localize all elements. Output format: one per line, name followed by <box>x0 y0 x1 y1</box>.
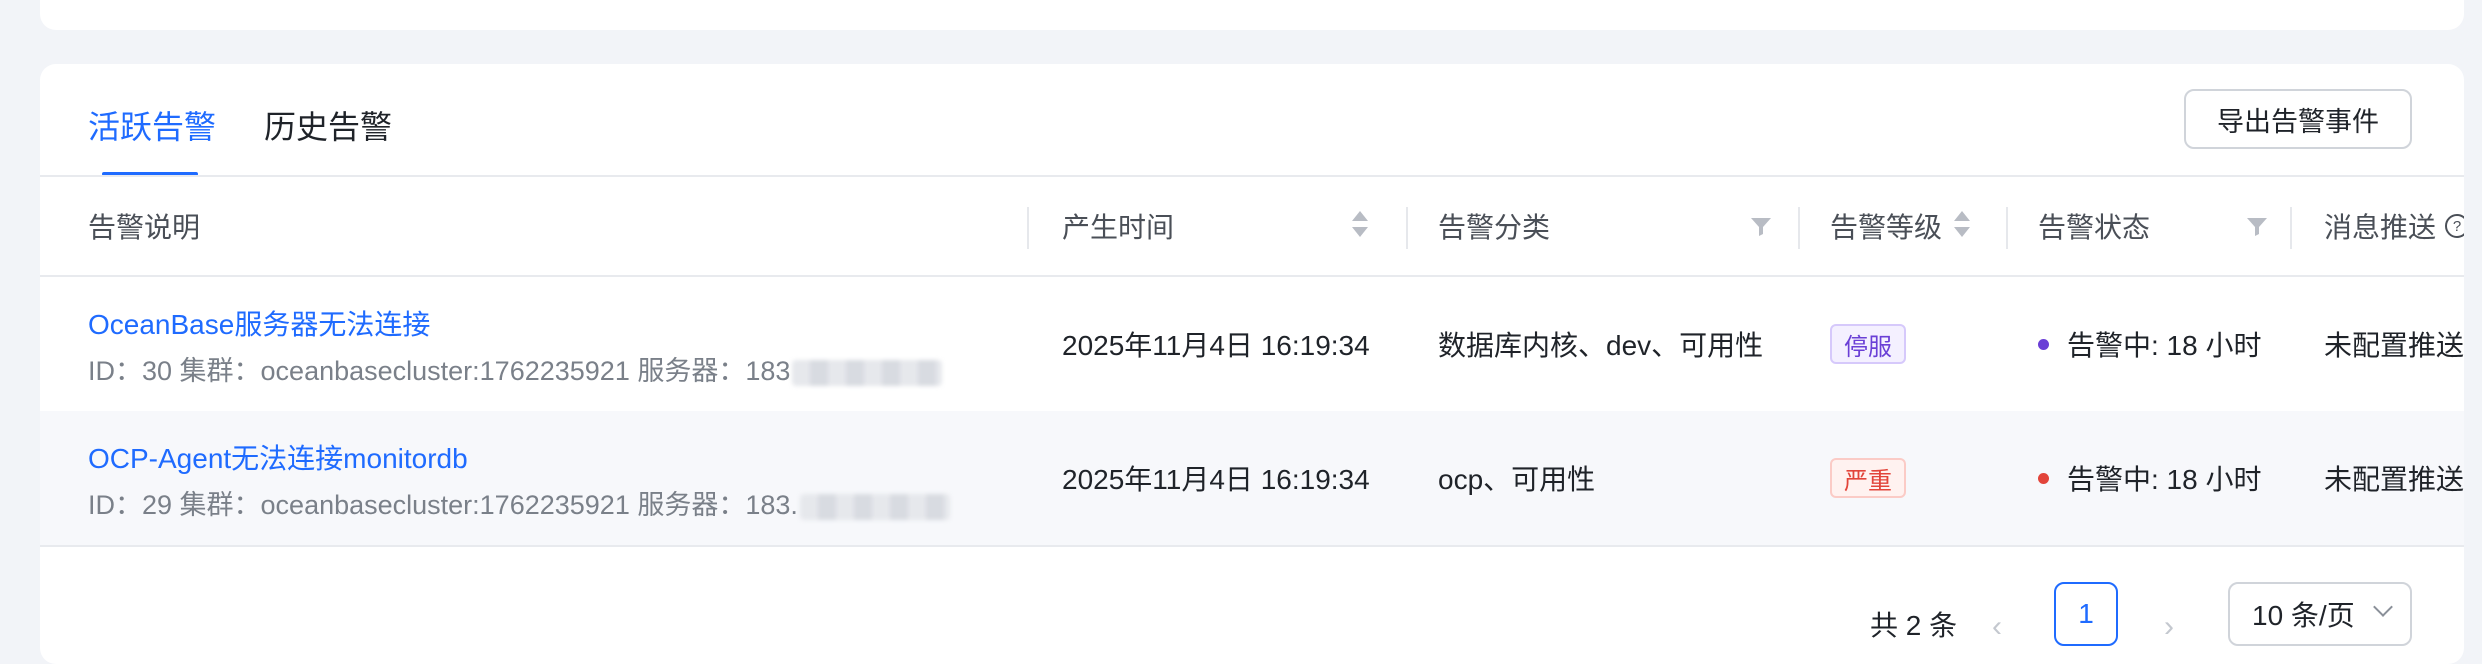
page-size-label: 10 条/页 <box>2252 600 2355 631</box>
alert-time: 2025年11月4日 16:19:34 <box>1062 330 1370 361</box>
alert-title-link[interactable]: OCP-Agent无法连接monitordb <box>88 437 468 477</box>
filter-icon[interactable] <box>2246 215 2268 237</box>
alert-title-link[interactable]: OceanBase服务器无法连接 <box>88 303 430 343</box>
status-text: 告警中: 18 小时 <box>2067 330 2262 361</box>
alert-time: 2025年11月4日 16:19:34 <box>1062 464 1370 495</box>
redacted-ip <box>799 493 950 520</box>
alert-subtitle-text: ID：30 集群：oceanbasecluster:1762235921 服务器… <box>88 356 791 386</box>
next-icon[interactable]: › <box>2164 610 2174 644</box>
export-alerts-button[interactable]: 导出告警事件 <box>2184 89 2412 149</box>
alert-subtitle: ID：30 集群：oceanbasecluster:1762235921 服务器… <box>88 349 943 388</box>
column-level[interactable]: 告警等级 <box>1830 177 1942 275</box>
alert-status: 告警中: 18 小时 <box>2038 277 2261 411</box>
alert-push: 未配置推送 <box>2324 330 2464 361</box>
alert-status: 告警中: 18 小时 <box>2038 411 2261 545</box>
alert-category: ocp、可用性 <box>1438 464 1596 495</box>
column-category: 告警分类 <box>1438 212 1551 243</box>
alert-subtitle-text: ID：29 集群：oceanbasecluster:1762235921 服务器… <box>88 490 798 520</box>
status-text: 告警中: 18 小时 <box>2067 464 2262 495</box>
column-separator <box>1798 207 1800 249</box>
alert-level: 严重 <box>1830 411 1906 545</box>
alert-push: 未配置推送 <box>2324 464 2464 495</box>
alert-level: 停服 <box>1830 277 1906 411</box>
column-separator <box>2006 207 2008 249</box>
page-size-select[interactable]: 10 条/页 <box>2228 582 2412 646</box>
tab-history-alerts[interactable]: 历史告警 <box>264 102 392 148</box>
table-row: OceanBase服务器无法连接 ID：30 集群：oceanbaseclust… <box>40 277 2464 411</box>
sort-icon[interactable] <box>1352 211 1368 241</box>
column-separator <box>1406 207 1408 249</box>
table-row: OCP-Agent无法连接monitordb ID：29 集群：oceanbas… <box>40 411 2464 545</box>
alerts-card: 活跃告警 历史告警 导出告警事件 告警说明 产生时间 告警分类 告警等级 告警状… <box>40 64 2464 664</box>
sort-icon[interactable] <box>1954 211 1970 241</box>
column-separator <box>1027 207 1029 249</box>
level-badge: 严重 <box>1830 458 1906 498</box>
table-header: 告警说明 产生时间 告警分类 告警等级 告警状态 消息推送 ? <box>40 177 2464 277</box>
level-badge: 停服 <box>1830 324 1906 364</box>
svg-text:?: ? <box>2453 218 2461 235</box>
top-card <box>40 0 2464 30</box>
column-separator <box>2290 207 2292 249</box>
help-icon[interactable]: ? <box>2444 213 2464 239</box>
column-push: 消息推送 <box>2324 212 2437 243</box>
chevron-down-icon <box>2373 597 2393 617</box>
status-dot-icon <box>2038 338 2049 350</box>
status-dot-icon <box>2038 472 2049 484</box>
page-1-button[interactable]: 1 <box>2054 582 2118 646</box>
prev-icon[interactable]: ‹ <box>1992 610 2002 644</box>
alert-category: 数据库内核、dev、可用性 <box>1438 330 1764 361</box>
filter-icon[interactable] <box>1750 215 1772 237</box>
redacted-ip <box>792 359 943 386</box>
column-time[interactable]: 产生时间 <box>1062 177 1174 275</box>
tab-active-alerts[interactable]: 活跃告警 <box>88 102 216 148</box>
alert-subtitle: ID：29 集群：oceanbasecluster:1762235921 服务器… <box>88 483 950 522</box>
divider <box>40 545 2464 547</box>
column-description: 告警说明 <box>88 212 201 243</box>
column-status: 告警状态 <box>2038 212 2151 243</box>
pagination-total: 共 2 条 <box>1870 610 1958 641</box>
